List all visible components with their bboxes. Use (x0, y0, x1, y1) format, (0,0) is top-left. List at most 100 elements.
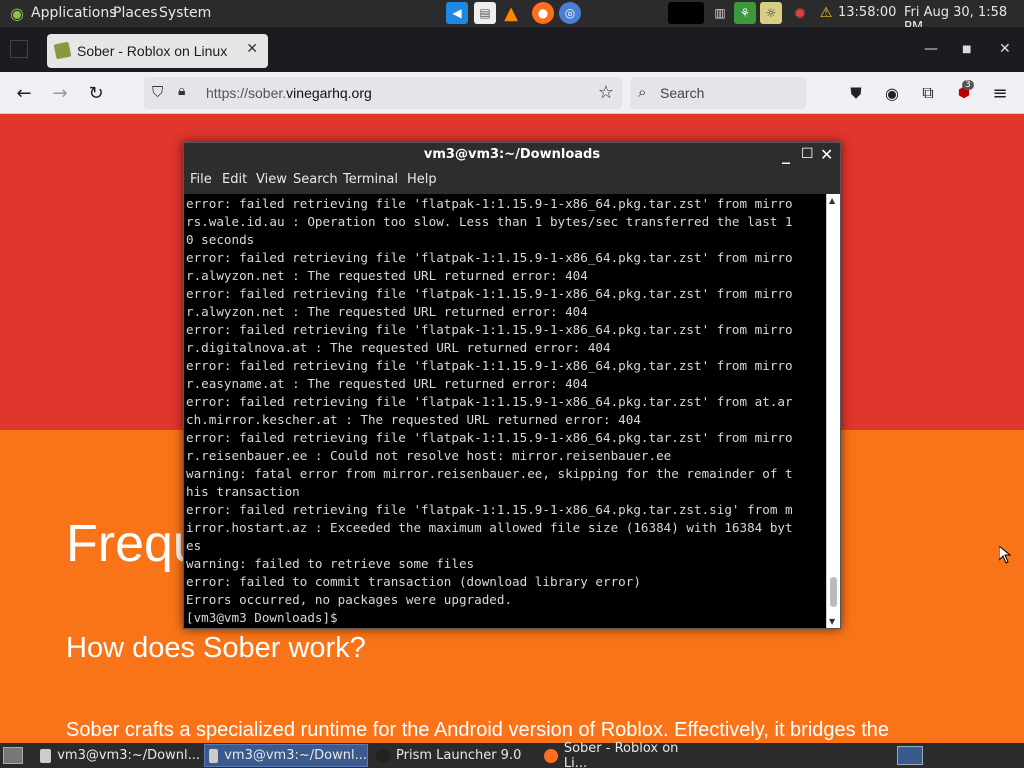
terminal-prompt: [vm3@vm3 Downloads]$ (186, 610, 346, 625)
vlc-icon[interactable]: ▲ (500, 2, 522, 24)
scroll-down-icon[interactable]: ▼ (829, 617, 835, 626)
menu-terminal[interactable]: Terminal (343, 172, 398, 187)
faq-answer: Sober crafts a specialized runtime for t… (66, 719, 890, 741)
top-panel: ◉ Applications Places System ◀ ▤ ▲ ● ◎ ▥… (0, 0, 1024, 35)
faq-heading: Frequ (66, 515, 202, 573)
applications-menu[interactable]: Applications (31, 5, 117, 21)
taskbar-task-label: vm3@vm3:~/Downl... (57, 748, 200, 763)
navigation-bar: ← → ↻ ⛉ 🔒︎ https://sober.vinegarhq.org ☆… (0, 72, 1024, 114)
prism-icon (376, 748, 390, 763)
show-desktop-icon[interactable] (3, 747, 23, 764)
reload-icon[interactable]: ↻ (84, 81, 108, 105)
firefox-icon (544, 748, 558, 763)
scrollbar-thumb[interactable] (830, 577, 837, 607)
taskbar-task[interactable]: vm3@vm3:~/Downl... (204, 744, 368, 767)
faq-question: How does Sober work? (66, 632, 366, 664)
terminal-line: r.alwyzon.net : The requested URL return… (186, 268, 588, 283)
pocket-icon[interactable]: ⛊ (844, 81, 868, 105)
terminal-line: irror.hostart.az : Exceeded the maximum … (186, 520, 793, 535)
terminal-line: error: failed to commit transaction (dow… (186, 574, 641, 589)
taskbar-task[interactable]: Sober - Roblox on Li... (540, 740, 704, 768)
image-viewer-icon[interactable]: ⚘ (734, 2, 756, 24)
menu-edit[interactable]: Edit (222, 172, 247, 187)
terminal-line: warning: fatal error from mirror.reisenb… (186, 466, 793, 481)
terminal-icon[interactable] (668, 2, 704, 24)
search-box[interactable]: ⌕ Search (630, 77, 806, 109)
text-editor-icon[interactable]: ▤ (474, 2, 496, 24)
mouse-cursor-icon (999, 546, 1011, 564)
search-placeholder: Search (660, 85, 705, 101)
menu-search[interactable]: Search (293, 172, 338, 187)
search-icon: ⌕ (638, 83, 647, 101)
extensions-icon[interactable]: ⧉ (916, 81, 940, 105)
sober-favicon-icon (53, 41, 72, 60)
taskbar-task-label: vm3@vm3:~/Downl... (224, 748, 367, 763)
menu-view[interactable]: View (256, 172, 287, 187)
terminal-line: error: failed retrieving file 'flatpak-1… (186, 502, 793, 517)
terminal-line: r.digitalnova.at : The requested URL ret… (186, 340, 611, 355)
terminal-icon (40, 748, 52, 763)
chromium-icon[interactable]: ◎ (559, 2, 581, 24)
menu-help[interactable]: Help (407, 172, 437, 187)
tab-list-icon[interactable] (10, 40, 28, 58)
tab-sober[interactable]: Sober - Roblox on Linux ✕ (47, 34, 268, 68)
weather-icon[interactable]: ☼ (760, 2, 782, 24)
terminal-line: rs.wale.id.au : Operation too slow. Less… (186, 214, 793, 229)
terminal-line: warning: failed to retrieve some files (186, 556, 475, 571)
terminal-title: vm3@vm3:~/Downloads (423, 147, 601, 162)
back-icon[interactable]: ← (12, 81, 36, 105)
terminal-window[interactable]: vm3@vm3:~/Downloads _ ☐ ✕ File Edit View… (183, 142, 841, 629)
scroll-up-icon[interactable]: ▲ (829, 196, 835, 205)
terminal-line: r.reisenbauer.ee : Could not resolve hos… (186, 448, 672, 463)
workspace-switcher-icon[interactable] (897, 746, 923, 765)
extension-badge: 3 (962, 80, 974, 90)
settings-icon[interactable]: ✹ (789, 2, 811, 24)
lock-icon[interactable]: 🔒︎ (178, 83, 185, 99)
tab-title: Sober - Roblox on Linux (77, 43, 228, 59)
shield-icon[interactable]: ⛉ (152, 83, 163, 101)
terminal-line: r.easyname.at : The requested URL return… (186, 376, 588, 391)
terminal-line: his transaction (186, 484, 300, 499)
system-menu[interactable]: System (159, 5, 211, 21)
places-menu[interactable]: Places (113, 5, 158, 21)
terminal-line: error: failed retrieving file 'flatpak-1… (186, 358, 793, 373)
bookmark-star-icon[interactable]: ☆ (598, 82, 614, 103)
hamburger-menu-icon[interactable]: ≡ (988, 81, 1012, 105)
trash-icon[interactable]: ▥ (709, 2, 731, 24)
clock[interactable]: 13:58:00 (838, 5, 896, 20)
terminal-line: error: failed retrieving file 'flatpak-1… (186, 394, 793, 409)
terminal-line: 0 seconds (186, 232, 255, 247)
menu-file[interactable]: File (190, 172, 212, 187)
terminal-close-icon[interactable]: ✕ (820, 145, 833, 164)
terminal-line: ch.mirror.kescher.at : The requested URL… (186, 412, 641, 427)
terminal-titlebar[interactable]: vm3@vm3:~/Downloads _ ☐ ✕ (184, 143, 840, 168)
terminal-output[interactable]: error: failed retrieving file 'flatpak-1… (184, 194, 826, 628)
terminal-line: error: failed retrieving file 'flatpak-1… (186, 196, 793, 211)
taskbar-task[interactable]: vm3@vm3:~/Downl... (36, 744, 200, 767)
terminal-menubar: File Edit View Search Terminal Help (184, 168, 840, 194)
terminal-icon (209, 748, 219, 763)
account-icon[interactable]: ◉ (880, 81, 904, 105)
forward-icon[interactable]: → (48, 81, 72, 105)
close-tab-icon[interactable]: ✕ (246, 41, 258, 57)
taskbar-task-label: Prism Launcher 9.0 (396, 748, 522, 763)
url-text[interactable]: https://sober.vinegarhq.org (206, 85, 372, 101)
close-window-icon[interactable]: ✕ (999, 41, 1011, 57)
terminal-minimize-icon[interactable]: _ (782, 145, 790, 164)
maximize-icon[interactable]: ■ (962, 44, 971, 55)
terminal-line: error: failed retrieving file 'flatpak-1… (186, 250, 793, 265)
terminal-line: error: failed retrieving file 'flatpak-1… (186, 286, 793, 301)
taskbar-task[interactable]: Prism Launcher 9.0 (372, 744, 536, 767)
terminal-line: error: failed retrieving file 'flatpak-1… (186, 322, 793, 337)
firefox-icon[interactable]: ● (532, 2, 554, 24)
taskbar-task-label: Sober - Roblox on Li... (563, 740, 679, 768)
alert-icon[interactable]: ⚠ (815, 2, 837, 24)
url-bar[interactable]: ⛉ 🔒︎ https://sober.vinegarhq.org ☆ (144, 77, 622, 109)
terminal-line: Errors occurred, no packages were upgrad… (186, 592, 513, 607)
terminal-maximize-icon[interactable]: ☐ (801, 146, 814, 162)
minimize-icon[interactable]: — (924, 41, 938, 57)
vscode-icon[interactable]: ◀ (446, 2, 468, 24)
terminal-line: es (186, 538, 202, 553)
distro-logo-icon[interactable]: ◉ (6, 2, 28, 24)
terminal-scrollbar[interactable]: ▲ ▼ (826, 194, 840, 628)
